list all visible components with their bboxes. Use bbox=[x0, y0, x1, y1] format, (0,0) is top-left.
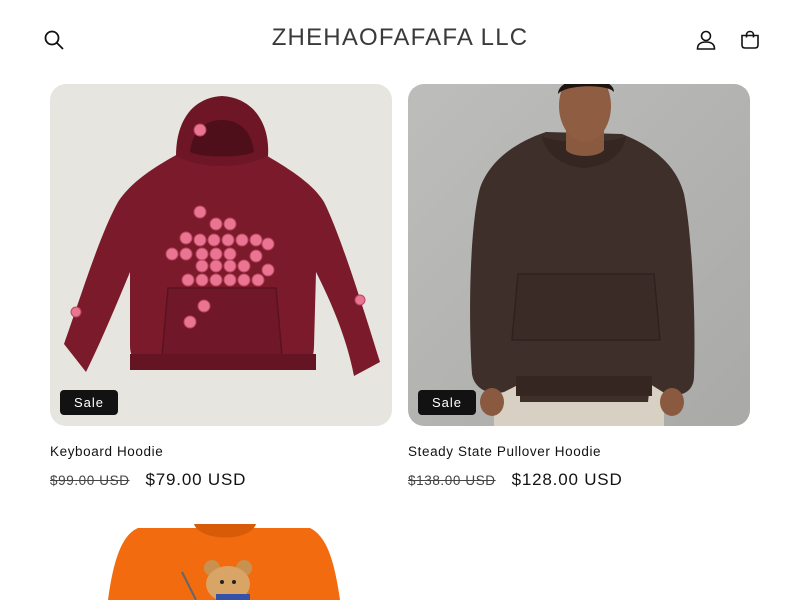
site-header: ZHEHAOFAFAFA LLC bbox=[0, 0, 800, 80]
product-title[interactable]: Keyboard Hoodie bbox=[50, 444, 392, 459]
sale-price: $79.00 USD bbox=[145, 470, 247, 489]
compare-at-price: $99.00 USD bbox=[50, 473, 130, 488]
sale-badge: Sale bbox=[418, 390, 477, 415]
product-image[interactable]: Sale bbox=[50, 84, 392, 426]
product-image[interactable]: Sale bbox=[408, 84, 750, 426]
product-card[interactable] bbox=[50, 524, 392, 600]
account-icon[interactable] bbox=[692, 26, 720, 54]
sale-price: $128.00 USD bbox=[511, 470, 623, 489]
hoodie-image bbox=[50, 84, 392, 426]
product-image[interactable] bbox=[50, 524, 392, 600]
compare-at-price: $138.00 USD bbox=[408, 473, 496, 488]
product-card[interactable]: Sale Keyboard Hoodie $99.00 USD $79.00 U… bbox=[50, 84, 392, 490]
product-card[interactable]: Sale Steady State Pullover Hoodie $138.0… bbox=[408, 84, 750, 490]
product-title[interactable]: Steady State Pullover Hoodie bbox=[408, 444, 750, 459]
cart-icon[interactable] bbox=[736, 26, 764, 54]
price-row: $99.00 USD $79.00 USD bbox=[50, 470, 392, 490]
store-name-link[interactable]: ZHEHAOFAFAFA LLC bbox=[0, 24, 800, 52]
model-hoodie-image bbox=[408, 84, 750, 426]
price-row: $138.00 USD $128.00 USD bbox=[408, 470, 750, 490]
sale-badge: Sale bbox=[60, 390, 119, 415]
teddy-hoodie-image bbox=[50, 524, 392, 600]
